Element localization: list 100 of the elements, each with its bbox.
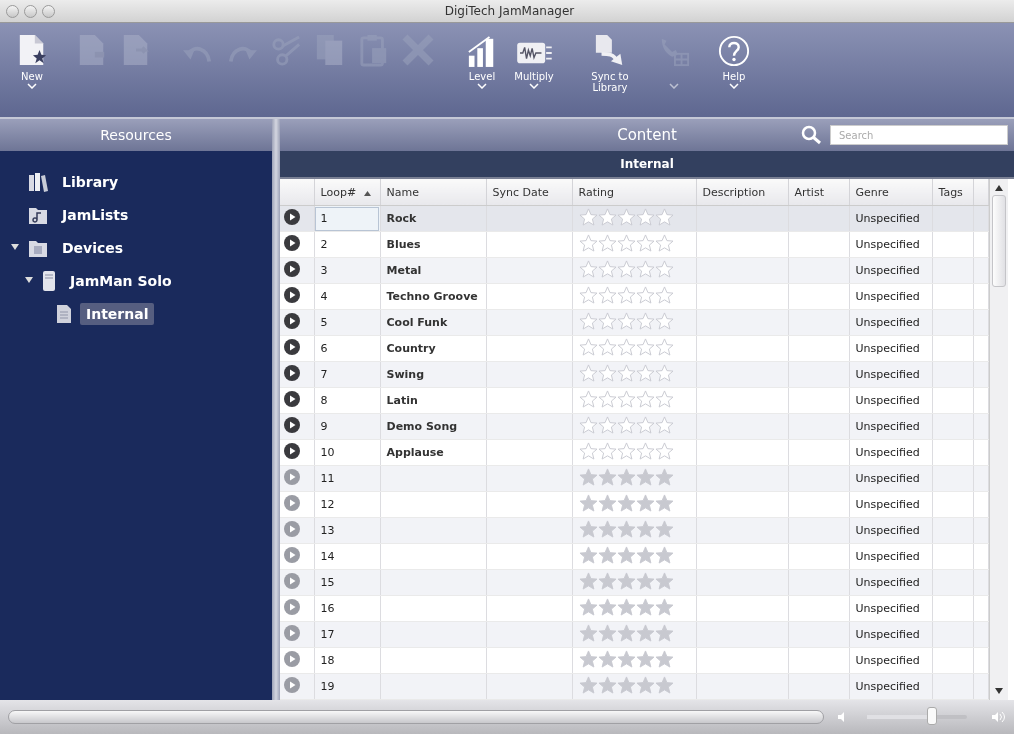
star-icon <box>654 676 674 694</box>
table-cell: Cool Funk <box>380 309 486 336</box>
window-title: DigiTech JamManager <box>443 4 576 18</box>
close-window-button[interactable] <box>6 4 19 18</box>
star-icon <box>578 598 598 616</box>
star-icon <box>654 546 674 564</box>
star-rating[interactable] <box>578 364 674 382</box>
play-button[interactable] <box>284 417 300 433</box>
star-icon <box>616 598 636 616</box>
caret-icon <box>27 83 37 89</box>
star-icon <box>597 598 617 616</box>
play-button[interactable] <box>284 339 300 355</box>
scroll-up-icon[interactable] <box>994 185 1003 191</box>
play-button[interactable] <box>284 365 300 381</box>
play-button[interactable] <box>284 391 300 407</box>
star-icon <box>578 364 598 382</box>
star-rating[interactable] <box>578 338 674 356</box>
tree-item[interactable]: Library <box>56 170 125 193</box>
star-rating[interactable] <box>578 390 674 408</box>
table-cell: Unspecified <box>849 335 932 362</box>
star-rating[interactable] <box>578 286 674 304</box>
star-icon <box>597 338 617 356</box>
table-cell: 19 <box>314 673 380 700</box>
table-cell: 2 <box>314 231 380 258</box>
column-header[interactable]: Sync Date <box>486 179 572 206</box>
star-rating[interactable] <box>578 442 674 460</box>
star-icon <box>578 442 598 460</box>
star-icon <box>616 390 636 408</box>
star-icon <box>635 364 655 382</box>
progress-track[interactable] <box>8 710 824 724</box>
play-button[interactable] <box>284 313 300 329</box>
star-icon <box>654 390 674 408</box>
column-header[interactable]: Description <box>696 179 788 206</box>
disclosure-icon[interactable] <box>25 276 33 283</box>
help-button[interactable]: Help <box>710 23 758 89</box>
star-icon <box>616 494 636 512</box>
play-button[interactable] <box>284 235 300 251</box>
tree-item[interactable]: Devices <box>56 236 130 259</box>
search-icon <box>800 125 824 145</box>
caret-icon <box>477 83 487 89</box>
star-icon <box>597 572 617 590</box>
star-icon <box>597 676 617 694</box>
star-icon <box>616 416 636 434</box>
star-icon <box>597 650 617 668</box>
star-icon <box>616 572 636 590</box>
table-cell: Unspecified <box>849 673 932 700</box>
star-rating[interactable] <box>578 260 674 278</box>
scroll-down-icon[interactable] <box>994 688 1003 694</box>
star-icon <box>635 650 655 668</box>
table-cell: 13 <box>314 517 380 544</box>
column-header[interactable]: Artist <box>788 179 849 206</box>
table-cell: Unspecified <box>849 621 932 648</box>
column-header[interactable]: Name <box>380 179 486 206</box>
play-button[interactable] <box>284 261 300 277</box>
scroll-thumb[interactable] <box>991 195 1006 287</box>
multiply-button[interactable]: Multiply <box>506 23 562 89</box>
disclosure-icon[interactable] <box>11 243 19 250</box>
new-button[interactable]: New <box>8 23 56 89</box>
level-button[interactable]: Level <box>458 23 506 89</box>
star-rating[interactable] <box>578 234 674 252</box>
play-button[interactable] <box>284 209 300 225</box>
column-header[interactable]: Loop# <box>314 179 380 206</box>
star-icon <box>616 364 636 382</box>
table-cell: 17 <box>314 621 380 648</box>
star-icon <box>635 598 655 616</box>
play-button[interactable] <box>284 287 300 303</box>
star-icon <box>654 208 674 226</box>
star-icon <box>578 520 598 538</box>
column-header[interactable]: Rating <box>572 179 696 206</box>
sync-button[interactable]: Sync to Library <box>582 23 638 93</box>
table-cell: 18 <box>314 647 380 674</box>
star-rating[interactable] <box>578 416 674 434</box>
tree-item[interactable]: Internal <box>80 302 155 325</box>
search-field[interactable]: Search <box>830 125 1008 145</box>
column-header[interactable]: Genre <box>849 179 932 206</box>
star-rating[interactable] <box>578 208 674 226</box>
star-icon <box>635 208 655 226</box>
table-cell: 1 <box>314 205 380 232</box>
star-icon <box>654 338 674 356</box>
zoom-window-button[interactable] <box>42 4 55 18</box>
star-icon <box>616 624 636 642</box>
star-icon <box>616 208 636 226</box>
table-cell: 8 <box>314 387 380 414</box>
table-cell: 6 <box>314 335 380 362</box>
tree-item[interactable]: JamMan Solo <box>64 269 178 292</box>
table-cell: Blues <box>380 231 486 258</box>
table-cell: Demo Song <box>380 413 486 440</box>
table-cell: Unspecified <box>849 257 932 284</box>
star-icon <box>578 234 598 252</box>
tree-item[interactable]: JamLists <box>56 203 135 226</box>
table-cell: 11 <box>314 465 380 492</box>
column-header[interactable]: Tags <box>932 179 973 206</box>
star-rating[interactable] <box>578 312 674 330</box>
star-icon <box>578 624 598 642</box>
play-button[interactable] <box>284 443 300 459</box>
star-icon <box>635 390 655 408</box>
minimize-window-button[interactable] <box>24 4 37 18</box>
star-icon <box>616 338 636 356</box>
table-cell: Unspecified <box>849 569 932 596</box>
table-cell: Swing <box>380 361 486 388</box>
